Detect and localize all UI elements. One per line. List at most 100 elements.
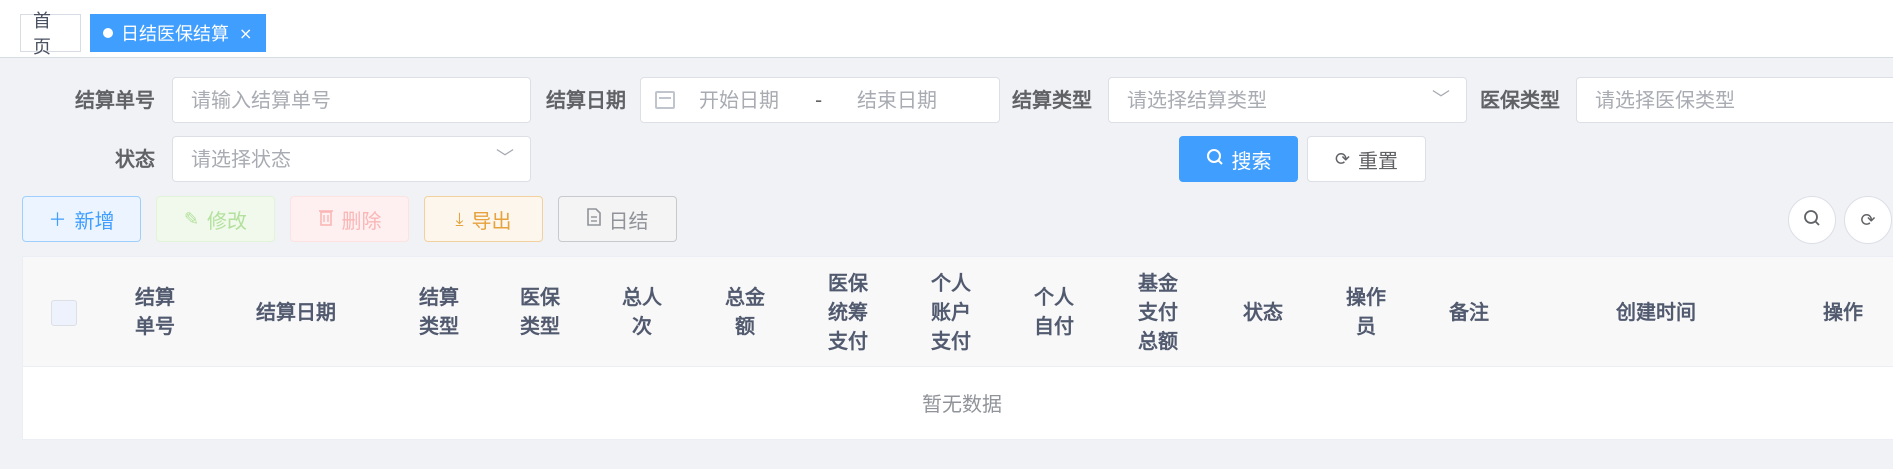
column-header: 操作员 <box>1331 257 1401 367</box>
edit-button-label: 修改 <box>207 208 248 233</box>
column-header: 医保 类型 <box>505 257 575 367</box>
document-icon <box>586 207 601 231</box>
column-header: 个人 账户 支付 <box>916 257 986 367</box>
settle-no-placeholder: 请输入结算单号 <box>191 88 331 112</box>
column-header-text: 医保 <box>828 270 868 295</box>
delete-button[interactable]: 删除 <box>290 196 409 242</box>
reset-button[interactable]: ⟳ 重置 <box>1307 136 1426 182</box>
column-header-text: 结算日期 <box>256 299 336 324</box>
empty-text: 暂无数据 <box>922 392 1002 416</box>
column-header: 总人次 <box>607 257 677 367</box>
insurance-type-select[interactable]: 请选择医保类型 <box>1576 77 1893 123</box>
export-button[interactable]: ⤓ 导出 <box>424 196 543 242</box>
column-header-text: 单号 <box>135 314 175 338</box>
plus-icon: ＋ <box>48 210 67 231</box>
column-header: 基金 支付 总额 <box>1123 257 1193 367</box>
search-button-label: 搜索 <box>1231 148 1272 173</box>
column-header-text: 员 <box>1356 314 1376 338</box>
column-header-text: 操作 <box>1346 285 1386 309</box>
search-icon <box>1206 148 1224 171</box>
column-header: 结算 单号 <box>120 257 190 367</box>
insurance-type-label: 医保类型 <box>1480 88 1560 112</box>
column-header: 状态 <box>1223 257 1303 367</box>
column-header-text: 备注 <box>1449 299 1489 324</box>
refresh-icon: ⟳ <box>1860 209 1876 231</box>
settle-date-range[interactable]: 开始日期 - 结束日期 <box>640 77 1000 123</box>
column-header-text: 类型 <box>419 314 459 338</box>
column-header-text: 类型 <box>520 314 560 338</box>
delete-button-label: 删除 <box>341 208 382 233</box>
tag-active-label: 日结医保结算 <box>121 24 229 45</box>
column-header-text: 额 <box>735 314 755 338</box>
column-header-text: 状态 <box>1243 299 1283 324</box>
reset-button-label: 重置 <box>1358 148 1399 173</box>
toggle-search-button[interactable] <box>1788 196 1836 244</box>
daily-settle-button-label: 日结 <box>608 208 649 233</box>
settlement-table: 结算 单号 结算日期 结算 类型 医保 类型 总人次总金额医保 统筹 支付 个人 账户 支付 个人 自付 基金… <box>22 256 1893 440</box>
column-header: 个人 自付 <box>1019 257 1089 367</box>
column-header: 结算日期 <box>226 257 366 367</box>
column-header-text: 创建时间 <box>1616 299 1696 324</box>
download-icon: ⤓ <box>455 208 464 230</box>
column-header-text: 统筹 <box>828 299 868 324</box>
settle-date-label: 结算日期 <box>546 88 626 112</box>
add-button[interactable]: ＋ 新增 <box>22 196 141 242</box>
status-placeholder: 请选择状态 <box>191 147 291 171</box>
settle-type-label: 结算类型 <box>1012 88 1092 112</box>
settle-type-placeholder: 请选择结算类型 <box>1127 88 1267 112</box>
tags-view-bar: 首页 日结医保结算 × <box>0 8 1893 58</box>
date-separator: - <box>815 88 823 112</box>
column-header: 总金额 <box>710 257 780 367</box>
insurance-type-placeholder: 请选择医保类型 <box>1595 88 1735 112</box>
top-header-strip <box>0 0 1893 8</box>
column-header-text: 个人 <box>1034 285 1074 309</box>
column-header: 结算 类型 <box>404 257 474 367</box>
table-header: 结算 单号 结算日期 结算 类型 医保 类型 总人次总金额医保 统筹 支付 个人 账户 支付 个人 自付 基金… <box>23 257 1893 367</box>
tag-daily-settlement[interactable]: 日结医保结算 × <box>90 14 266 52</box>
close-icon[interactable]: × <box>239 24 252 43</box>
column-header-text: 个人 <box>931 270 971 295</box>
search-button[interactable]: 搜索 <box>1179 136 1298 182</box>
status-label: 状态 <box>115 147 155 171</box>
column-header-text: 次 <box>632 314 652 338</box>
calendar-icon <box>655 91 675 109</box>
column-header-text: 结算 <box>419 285 459 309</box>
tag-home[interactable]: 首页 <box>20 11 81 58</box>
select-all-checkbox[interactable] <box>51 300 77 326</box>
search-icon <box>1803 209 1821 232</box>
refresh-table-button[interactable]: ⟳ <box>1844 196 1892 244</box>
add-button-label: 新增 <box>74 208 115 233</box>
column-header-text: 支付 <box>828 328 868 353</box>
column-header: 创建时间 <box>1576 257 1736 367</box>
tag-home-label: 首页 <box>33 11 51 58</box>
chevron-down-icon: ﹀ <box>1432 89 1450 110</box>
date-start[interactable]: 开始日期 <box>699 78 779 122</box>
column-header-text: 账户 <box>931 299 971 324</box>
edit-button[interactable]: ✎ 修改 <box>156 196 275 242</box>
column-header-text: 支付 <box>1138 299 1178 324</box>
edit-icon: ✎ <box>183 208 200 230</box>
refresh-icon: ⟳ <box>1334 148 1351 170</box>
export-button-label: 导出 <box>471 208 512 233</box>
date-end[interactable]: 结束日期 <box>857 78 937 122</box>
settle-type-select[interactable]: 请选择结算类型 ﹀ <box>1108 77 1467 123</box>
daily-settle-button[interactable]: 日结 <box>558 196 677 242</box>
column-header-text: 基金 <box>1138 270 1178 295</box>
settle-no-input[interactable]: 请输入结算单号 <box>172 77 531 123</box>
column-header: 医保 统筹 支付 <box>813 257 883 367</box>
column-header: 备注 <box>1429 257 1509 367</box>
column-header-text: 自付 <box>1034 314 1074 338</box>
column-header-text: 医保 <box>520 285 560 309</box>
column-header-text: 操作 <box>1823 299 1863 324</box>
column-header-text: 总金 <box>725 285 765 309</box>
column-header-text: 总额 <box>1138 328 1178 353</box>
column-header: 操作 <box>1803 257 1883 367</box>
active-dot-icon <box>103 28 113 38</box>
column-header-text: 支付 <box>931 328 971 353</box>
chevron-down-icon: ﹀ <box>496 148 514 169</box>
settle-no-label: 结算单号 <box>75 88 155 112</box>
column-header-text: 结算 <box>135 285 175 309</box>
column-header-text: 总人 <box>622 285 662 309</box>
trash-icon <box>318 208 334 231</box>
status-select[interactable]: 请选择状态 ﹀ <box>172 136 531 182</box>
